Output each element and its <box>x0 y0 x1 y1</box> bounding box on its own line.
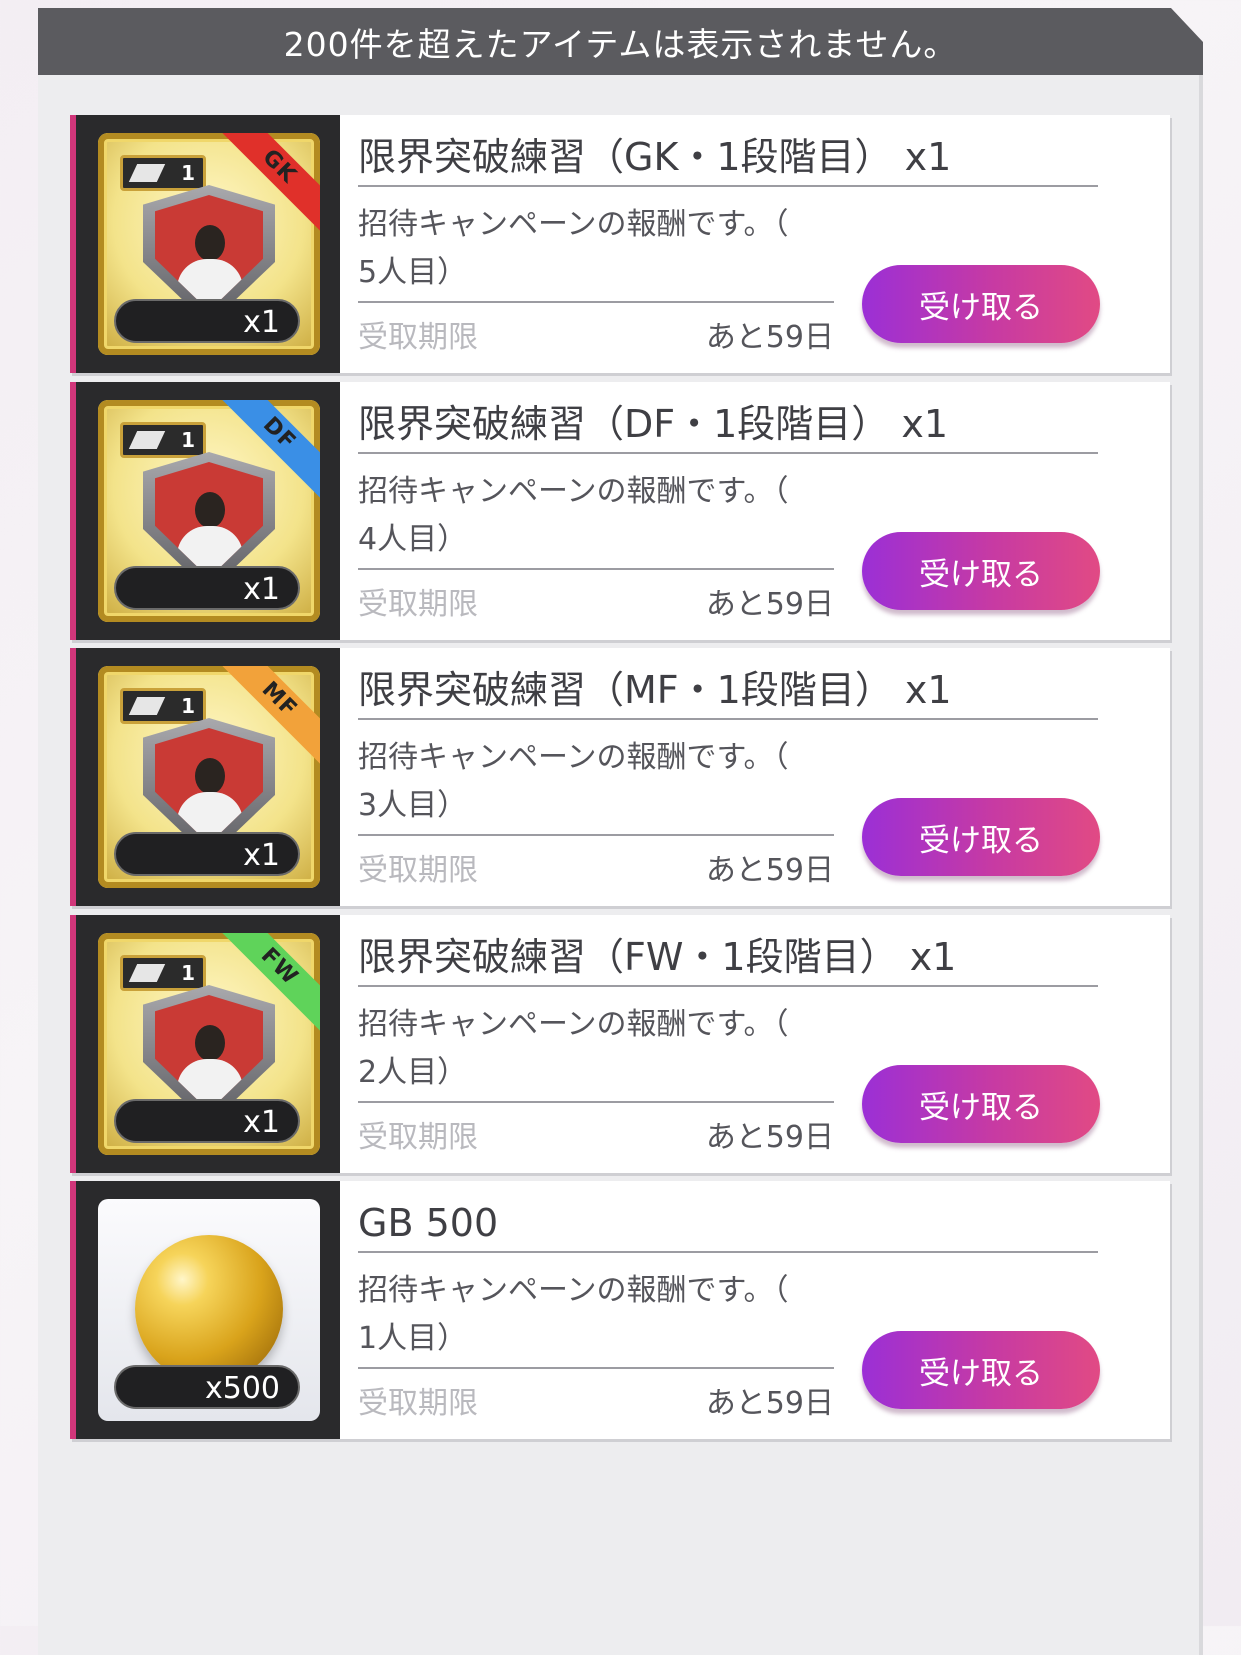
item-limit-notice: 200件を超えたアイテムは表示されません。 <box>283 24 958 64</box>
reward-card: 1 MF x1 限界突破練習（MF・1段階目） x1 招待キャンペーンの報酬です… <box>70 648 1170 906</box>
expiry-row: 受取期限 あと59日 <box>358 1101 834 1165</box>
expiry-label: 受取期限 <box>358 587 478 622</box>
expiry-label: 受取期限 <box>358 320 478 355</box>
expiry-label: 受取期限 <box>358 1120 478 1155</box>
claim-button[interactable]: 受け取る <box>862 532 1100 610</box>
item-title: 限界突破練習（MF・1段階目） x1 <box>358 662 1098 720</box>
expiry-value: あと59日 <box>705 1120 834 1155</box>
reward-card: 1 DF x1 限界突破練習（DF・1段階目） x1 招待キャンペーンの報酬です… <box>70 382 1170 640</box>
description-line-2: 2人目） <box>358 1055 468 1090</box>
item-description: 招待キャンペーンの報酬です。（ 4人目） <box>358 468 834 564</box>
item-title: 限界突破練習（GK・1段階目） x1 <box>358 129 1098 187</box>
item-description: 招待キャンペーンの報酬です。（ 5人目） <box>358 201 834 297</box>
item-quantity: x1 <box>114 299 300 343</box>
description-line-1: 招待キャンペーンの報酬です。（ <box>358 1273 789 1308</box>
reward-panel: 200件を超えたアイテムは表示されません。 1 GK x1 限界突破練習（GK・ <box>38 8 1203 1655</box>
expiry-label: 受取期限 <box>358 1386 478 1421</box>
expiry-value: あと59日 <box>705 1386 834 1421</box>
description-line-2: 3人目） <box>358 788 468 823</box>
level-tag: 1 <box>120 422 206 458</box>
description-line-1: 招待キャンペーンの報酬です。（ <box>358 740 789 775</box>
limit-break-fw-icon: 1 FW x1 <box>98 933 320 1155</box>
description-line-2: 4人目） <box>358 522 468 557</box>
claim-button[interactable]: 受け取る <box>862 1331 1100 1409</box>
level-value: 1 <box>181 694 195 718</box>
reward-card: 1 FW x1 限界突破練習（FW・1段階目） x1 招待キャンペーンの報酬です… <box>70 915 1170 1173</box>
expiry-row: 受取期限 あと59日 <box>358 568 834 632</box>
expiry-value: あと59日 <box>705 853 834 888</box>
reward-card: x500 GB 500 招待キャンペーンの報酬です。（ 1人目） 受取期限 あと… <box>70 1181 1170 1439</box>
description-line-2: 1人目） <box>358 1321 468 1356</box>
item-thumbnail: 1 GK x1 <box>76 115 340 373</box>
gold-ball-thumbnail: x500 <box>98 1199 320 1421</box>
panel-body[interactable]: 1 GK x1 限界突破練習（GK・1段階目） x1 招待キャンペーンの報酬です… <box>38 75 1203 1655</box>
limit-break-mf-icon: 1 MF x1 <box>98 666 320 888</box>
item-thumbnail: 1 MF x1 <box>76 648 340 906</box>
claim-button[interactable]: 受け取る <box>862 798 1100 876</box>
item-quantity: x1 <box>114 1099 300 1143</box>
reward-card: 1 GK x1 限界突破練習（GK・1段階目） x1 招待キャンペーンの報酬です… <box>70 115 1170 373</box>
item-description: 招待キャンペーンの報酬です。（ 1人目） <box>358 1267 834 1363</box>
item-title: GB 500 <box>358 1195 1098 1253</box>
level-tag: 1 <box>120 155 206 191</box>
item-quantity: x1 <box>114 832 300 876</box>
gold-ball-icon <box>135 1235 283 1383</box>
claim-button[interactable]: 受け取る <box>862 1065 1100 1143</box>
description-line-1: 招待キャンペーンの報酬です。（ <box>358 1007 789 1042</box>
level-value: 1 <box>181 961 195 985</box>
claim-button[interactable]: 受け取る <box>862 265 1100 343</box>
item-quantity: x1 <box>114 566 300 610</box>
expiry-value: あと59日 <box>705 587 834 622</box>
item-thumbnail: 1 FW x1 <box>76 915 340 1173</box>
expiry-row: 受取期限 あと59日 <box>358 301 834 365</box>
expiry-row: 受取期限 あと59日 <box>358 1367 834 1431</box>
expiry-value: あと59日 <box>705 320 834 355</box>
panel-header: 200件を超えたアイテムは表示されません。 <box>38 8 1203 75</box>
description-line-1: 招待キャンペーンの報酬です。（ <box>358 474 789 509</box>
item-thumbnail: 1 DF x1 <box>76 382 340 640</box>
item-title: 限界突破練習（DF・1段階目） x1 <box>358 396 1098 454</box>
description-line-2: 5人目） <box>358 255 468 290</box>
level-tag: 1 <box>120 688 206 724</box>
limit-break-df-icon: 1 DF x1 <box>98 400 320 622</box>
item-thumbnail: x500 <box>76 1181 340 1439</box>
level-tag: 1 <box>120 955 206 991</box>
level-value: 1 <box>181 428 195 452</box>
item-quantity: x500 <box>114 1365 300 1409</box>
item-description: 招待キャンペーンの報酬です。（ 2人目） <box>358 1001 834 1097</box>
item-title: 限界突破練習（FW・1段階目） x1 <box>358 929 1098 987</box>
item-description: 招待キャンペーンの報酬です。（ 3人目） <box>358 734 834 830</box>
expiry-row: 受取期限 あと59日 <box>358 834 834 898</box>
expiry-label: 受取期限 <box>358 853 478 888</box>
description-line-1: 招待キャンペーンの報酬です。（ <box>358 207 789 242</box>
limit-break-gk-icon: 1 GK x1 <box>98 133 320 355</box>
level-value: 1 <box>181 161 195 185</box>
